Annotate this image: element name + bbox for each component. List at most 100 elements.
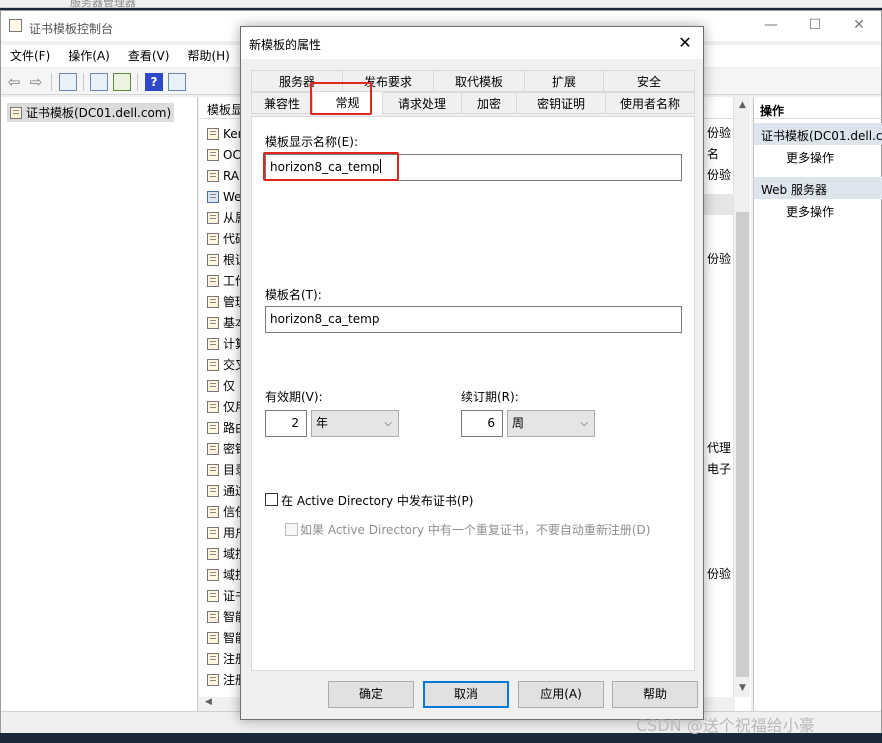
scroll-down-icon[interactable]: ▼: [734, 683, 751, 693]
list-item[interactable]: OC: [207, 144, 241, 165]
apply-button[interactable]: 应用(A): [518, 681, 604, 708]
template-name-input[interactable]: horizon8_ca_temp: [265, 306, 682, 333]
renewal-unit-select[interactable]: 周 ⌵: [507, 410, 595, 437]
help-icon[interactable]: ?: [145, 73, 163, 91]
back-arrow-icon[interactable]: ⇦: [5, 73, 23, 91]
certificate-template-icon: [207, 589, 219, 602]
list-item[interactable]: We: [207, 186, 242, 207]
close-icon[interactable]: ✕: [837, 11, 881, 41]
menu-help[interactable]: 帮助(H): [178, 45, 238, 67]
certificate-template-icon: [207, 442, 219, 455]
console-title: 证书模板控制台: [29, 22, 114, 36]
show-hide-action-pane-icon[interactable]: [168, 73, 186, 91]
certificate-template-icon: [207, 274, 219, 287]
minimize-icon[interactable]: —: [749, 11, 793, 41]
tab-subject-name[interactable]: 使用者名称: [605, 92, 695, 114]
toolbar-separator: [137, 73, 138, 91]
scrollbar-thumb[interactable]: [736, 212, 749, 677]
forward-arrow-icon[interactable]: ⇨: [27, 73, 45, 91]
certificate-template-icon: [207, 148, 219, 161]
help-button[interactable]: 帮助: [612, 681, 698, 708]
tab-request-handling[interactable]: 请求处理: [382, 92, 462, 114]
certificate-template-icon: [10, 106, 22, 119]
certificate-template-icon: [207, 505, 219, 518]
tab-cryptography[interactable]: 加密: [461, 92, 517, 114]
certificate-template-icon: [207, 610, 219, 623]
list-item-description: 代理: [707, 441, 732, 455]
toolbar-separator: [51, 73, 52, 91]
renewal-unit-value: 周: [512, 416, 525, 430]
publish-in-ad-label[interactable]: 在 Active Directory 中发布证书(P): [281, 492, 473, 509]
no-auto-reenroll-label: 如果 Active Directory 中有一个重复证书，不要自动重新注册(D): [300, 523, 651, 537]
export-list-icon[interactable]: [113, 73, 131, 91]
validity-unit-value: 年: [316, 416, 329, 430]
tree-item-label: 证书模板(DC01.dell.com): [26, 106, 172, 120]
renewal-period-input[interactable]: 6: [461, 410, 503, 437]
certificate-template-icon: [207, 631, 219, 644]
list-item-description: 份验: [707, 126, 732, 140]
certificate-template-icon: [207, 484, 219, 497]
certificate-template-icon: [207, 421, 219, 434]
validity-period-input[interactable]: 2: [265, 410, 307, 437]
template-properties-dialog: 新模板的属性 ✕ 服务器 发布要求 取代模板 扩展 安全 兼容性 请求处理 加密…: [240, 26, 704, 720]
tab-superseded-templates[interactable]: 取代模板: [433, 70, 525, 92]
scroll-up-icon[interactable]: ▲: [734, 100, 751, 110]
template-name-value: horizon8_ca_temp: [270, 312, 380, 326]
certificate-template-icon: [207, 127, 219, 140]
menu-action[interactable]: 操作(A): [59, 45, 119, 67]
tab-security[interactable]: 安全: [603, 70, 695, 92]
column-header-display-name: 模板显: [207, 103, 244, 117]
certificate-template-icon: [207, 547, 219, 560]
certificate-template-icon: [207, 526, 219, 539]
validity-unit-select[interactable]: 年 ⌵: [311, 410, 399, 437]
show-hide-tree-icon[interactable]: [59, 73, 77, 91]
certificate-template-icon: [207, 190, 219, 203]
selected-row-highlight: [699, 194, 735, 215]
certificate-template-icon: [207, 232, 219, 245]
console-tree: 证书模板(DC01.dell.com): [1, 97, 198, 711]
cancel-button[interactable]: 取消: [423, 681, 509, 708]
list-item-description: 电子: [707, 462, 732, 476]
action-more-actions[interactable]: 更多操作: [786, 203, 834, 220]
list-item-description: 份验: [707, 168, 732, 182]
console-app-icon: [9, 19, 22, 32]
tab-key-attestation[interactable]: 密钥证明: [516, 92, 606, 114]
dialog-title: 新模板的属性: [249, 38, 322, 52]
properties-icon[interactable]: [90, 73, 108, 91]
list-item-description: 份验: [707, 252, 732, 266]
ok-button[interactable]: 确定: [328, 681, 414, 708]
list-item-label: We: [223, 189, 242, 204]
certificate-template-icon: [207, 211, 219, 224]
menu-file[interactable]: 文件(F): [1, 45, 59, 67]
tab-extensions[interactable]: 扩展: [524, 70, 604, 92]
template-name-label: 模板名(T):: [265, 288, 322, 302]
list-item-description: 份验: [707, 567, 732, 581]
maximize-icon[interactable]: ☐: [793, 11, 837, 41]
action-section-web-server[interactable]: Web 服务器: [754, 177, 882, 199]
dialog-titlebar: 新模板的属性 ✕: [241, 27, 703, 59]
certificate-template-icon: [207, 463, 219, 476]
list-item[interactable]: 仅: [207, 375, 235, 396]
list-item[interactable]: RA: [207, 165, 239, 186]
certificate-template-icon: [207, 652, 219, 665]
tree-item-certificate-templates[interactable]: 证书模板(DC01.dell.com): [7, 103, 175, 122]
action-pane-header: 操作: [754, 97, 882, 119]
list-item[interactable]: Ker: [207, 123, 243, 144]
certificate-template-icon: [207, 379, 219, 392]
list-item-description: 名: [707, 147, 720, 161]
chevron-down-icon: ⌵: [580, 418, 588, 429]
certificate-template-icon: [207, 400, 219, 413]
certificate-template-icon: [207, 316, 219, 329]
scroll-left-icon[interactable]: ◀: [205, 697, 212, 707]
menu-view[interactable]: 查看(V): [119, 45, 179, 67]
publish-in-ad-checkbox[interactable]: [265, 493, 278, 506]
no-auto-reenroll-checkbox[interactable]: [285, 523, 298, 536]
tab-compatibility[interactable]: 兼容性: [251, 92, 313, 114]
certificate-template-icon: [207, 295, 219, 308]
vertical-scrollbar[interactable]: ▲ ▼: [733, 97, 750, 697]
action-more-actions[interactable]: 更多操作: [786, 149, 834, 166]
certificate-template-icon: [207, 169, 219, 182]
action-section-templates[interactable]: 证书模板(DC01.dell.com): [754, 123, 882, 145]
background-window-title: 服务器管理器: [70, 0, 136, 9]
dialog-close-icon[interactable]: ✕: [667, 27, 703, 59]
